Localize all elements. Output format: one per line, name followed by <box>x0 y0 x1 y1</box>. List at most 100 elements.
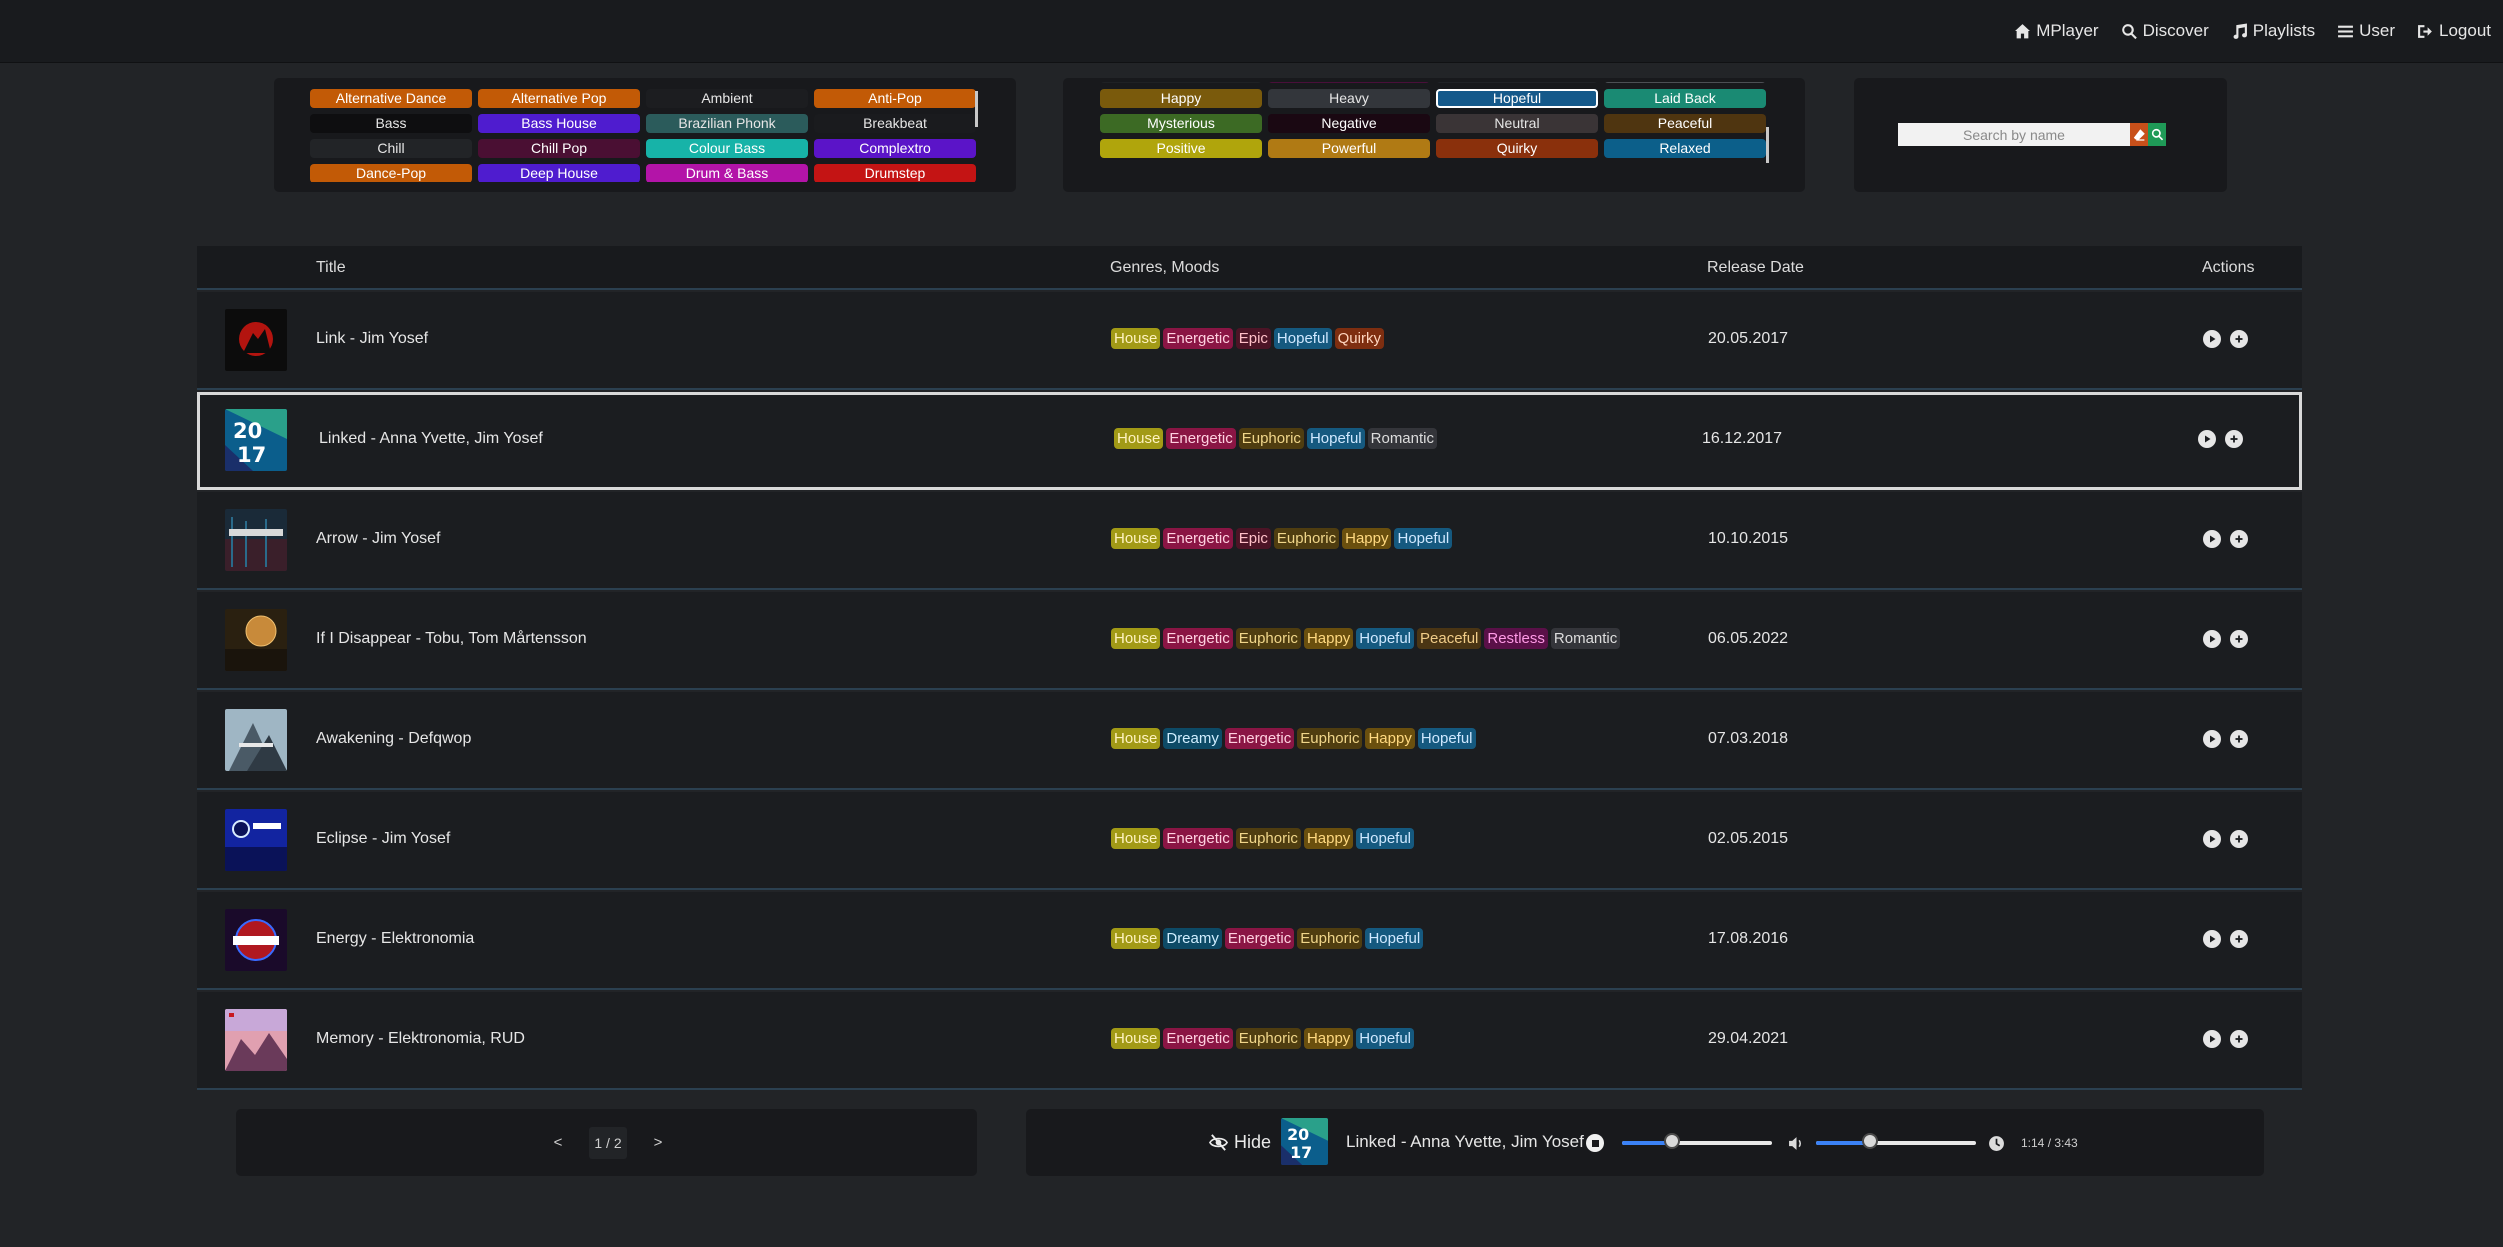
genre-tag[interactable]: Drumstep <box>814 164 976 182</box>
genre-mood-tag: Hopeful <box>1356 628 1414 649</box>
genre-tag[interactable]: Breakbeat <box>814 114 976 133</box>
genre-tag[interactable]: Brazilian Phonk <box>646 114 808 133</box>
genre-tag[interactable]: Ambient <box>646 89 808 108</box>
genre-tag[interactable]: Bass House <box>478 114 640 133</box>
player-cover-art: 20 17 <box>1281 1118 1328 1165</box>
genre-tag[interactable]: Colour Bass <box>646 139 808 158</box>
next-page-button[interactable]: > <box>648 1127 668 1159</box>
volume-handle[interactable] <box>1862 1133 1879 1149</box>
table-row[interactable]: Awakening - Defqwop House Dreamy Energetic E… <box>197 692 2302 790</box>
pagination-panel: < 1 / 2 > <box>236 1109 977 1176</box>
mood-tag[interactable]: Glamorous <box>1436 82 1598 83</box>
add-to-playlist-button[interactable] <box>2230 1030 2248 1048</box>
track-title: If I Disappear - Tobu, Tom Mårtensson <box>316 630 587 647</box>
add-to-playlist-button[interactable] <box>2230 930 2248 948</box>
stop-button[interactable] <box>1586 1134 1604 1152</box>
search-input[interactable] <box>1898 123 2130 146</box>
play-button[interactable] <box>2203 630 2221 648</box>
mood-tag[interactable]: Mysterious <box>1100 114 1262 133</box>
search-button[interactable] <box>2148 123 2166 146</box>
table-row[interactable]: Memory - Elektronomia, RUD House Energetic… <box>197 992 2302 1090</box>
clock-icon <box>1989 1136 2004 1151</box>
genre-tag[interactable]: Anti-Pop <box>814 89 976 108</box>
header-actions: Actions <box>2202 259 2255 276</box>
prev-page-button[interactable]: < <box>548 1127 568 1159</box>
genre-tag[interactable]: Alternative Dance <box>310 89 472 108</box>
eraser-icon <box>2133 129 2145 141</box>
table-row[interactable]: Eclipse - Jim Yosef House Energetic Euphori… <box>197 792 2302 890</box>
add-to-playlist-button[interactable] <box>2230 730 2248 748</box>
plus-icon <box>2235 1035 2243 1043</box>
genre-scrollbar[interactable] <box>975 91 978 127</box>
genre-tag[interactable]: Deep House <box>478 164 640 182</box>
cover-art <box>225 609 287 671</box>
mood-tag[interactable]: Neutral <box>1436 114 1598 133</box>
volume-slider[interactable] <box>1816 1133 1976 1149</box>
nav-logout[interactable]: Logout <box>2417 21 2491 41</box>
play-button[interactable] <box>2203 1030 2221 1048</box>
mood-tag[interactable]: Peaceful <box>1604 114 1766 133</box>
page-indicator: 1 / 2 <box>589 1127 627 1159</box>
nav-user[interactable]: User <box>2337 21 2395 41</box>
genre-tag[interactable]: Alternative Pop <box>478 89 640 108</box>
add-to-playlist-button[interactable] <box>2230 630 2248 648</box>
header-title: Title <box>316 259 346 276</box>
genre-mood-tag: Euphoric <box>1235 1028 1301 1049</box>
nav-mplayer-label: MPlayer <box>2036 21 2099 40</box>
mood-tag[interactable]: Powerful <box>1268 139 1430 158</box>
genre-tag[interactable]: Drum & Bass <box>646 164 808 182</box>
plus-icon <box>2230 435 2238 443</box>
mood-tag[interactable]: Positive <box>1100 139 1262 158</box>
genre-tag[interactable]: Chill <box>310 139 472 158</box>
mood-filter-scroll[interactable]: Floating Funny Glamorous Gloomy Happy Heavy Ho… <box>1100 82 1772 182</box>
play-button[interactable] <box>2203 330 2221 348</box>
mood-tag[interactable]: Funny <box>1268 82 1430 83</box>
mood-tag[interactable]: Gloomy <box>1604 82 1766 83</box>
genre-tag[interactable]: Chill Pop <box>478 139 640 158</box>
play-button[interactable] <box>2203 930 2221 948</box>
nav-mplayer[interactable]: MPlayer <box>2014 21 2099 41</box>
cover-art <box>225 1009 287 1071</box>
volume-icon[interactable] <box>1788 1135 1805 1152</box>
play-button[interactable] <box>2203 830 2221 848</box>
play-button[interactable] <box>2203 530 2221 548</box>
genre-mood-tag: Romantic <box>1550 628 1621 649</box>
table-row[interactable]: 20 17 Linked - Anna Yvette, Jim Yosef House… <box>197 392 2302 490</box>
seek-handle[interactable] <box>1663 1133 1680 1149</box>
clear-search-button[interactable] <box>2130 123 2148 146</box>
table-row[interactable]: Arrow - Jim Yosef House Energetic Epic Eupho… <box>197 492 2302 590</box>
row-actions <box>2203 630 2248 648</box>
play-button[interactable] <box>2198 430 2216 448</box>
add-to-playlist-button[interactable] <box>2230 530 2248 548</box>
nav-discover[interactable]: Discover <box>2121 21 2209 41</box>
track-title: Linked - Anna Yvette, Jim Yosef <box>319 430 543 447</box>
add-to-playlist-button[interactable] <box>2230 830 2248 848</box>
table-row[interactable]: If I Disappear - Tobu, Tom Mårtensson Hou… <box>197 592 2302 690</box>
mood-tag[interactable]: Floating <box>1100 82 1262 83</box>
genre-mood-tag: Energetic <box>1166 428 1236 449</box>
nav-playlists[interactable]: Playlists <box>2231 21 2315 41</box>
mood-tag[interactable]: Negative <box>1268 114 1430 133</box>
play-icon <box>2210 1035 2216 1043</box>
genre-mood-tag: Energetic <box>1224 928 1295 949</box>
add-to-playlist-button[interactable] <box>2225 430 2243 448</box>
hide-player-button[interactable]: Hide <box>1209 1132 1271 1153</box>
genre-tag[interactable]: Complextro <box>814 139 976 158</box>
genre-filter-scroll[interactable]: Alternative Dance Alternative Pop Ambient A… <box>310 89 982 182</box>
seek-slider[interactable] <box>1622 1133 1772 1149</box>
mood-tag[interactable]: Hopeful <box>1436 89 1598 108</box>
mood-tag[interactable]: Heavy <box>1268 89 1430 108</box>
mood-tag[interactable]: Happy <box>1100 89 1262 108</box>
mood-tag[interactable]: Relaxed <box>1604 139 1766 158</box>
genre-tag[interactable]: Dance-Pop <box>310 164 472 182</box>
add-to-playlist-button[interactable] <box>2230 330 2248 348</box>
mood-tag[interactable]: Quirky <box>1436 139 1598 158</box>
genre-tag[interactable]: Bass <box>310 114 472 133</box>
mood-scrollbar[interactable] <box>1766 127 1769 163</box>
table-row[interactable]: Link - Jim Yosef House Energetic Epic Hopefu… <box>197 292 2302 390</box>
table-row[interactable]: Energy - Elektronomia House Dreamy Energeti… <box>197 892 2302 990</box>
row-actions <box>2203 830 2248 848</box>
genre-mood-tag: Euphoric <box>1273 528 1340 549</box>
mood-tag[interactable]: Laid Back <box>1604 89 1766 108</box>
play-button[interactable] <box>2203 730 2221 748</box>
